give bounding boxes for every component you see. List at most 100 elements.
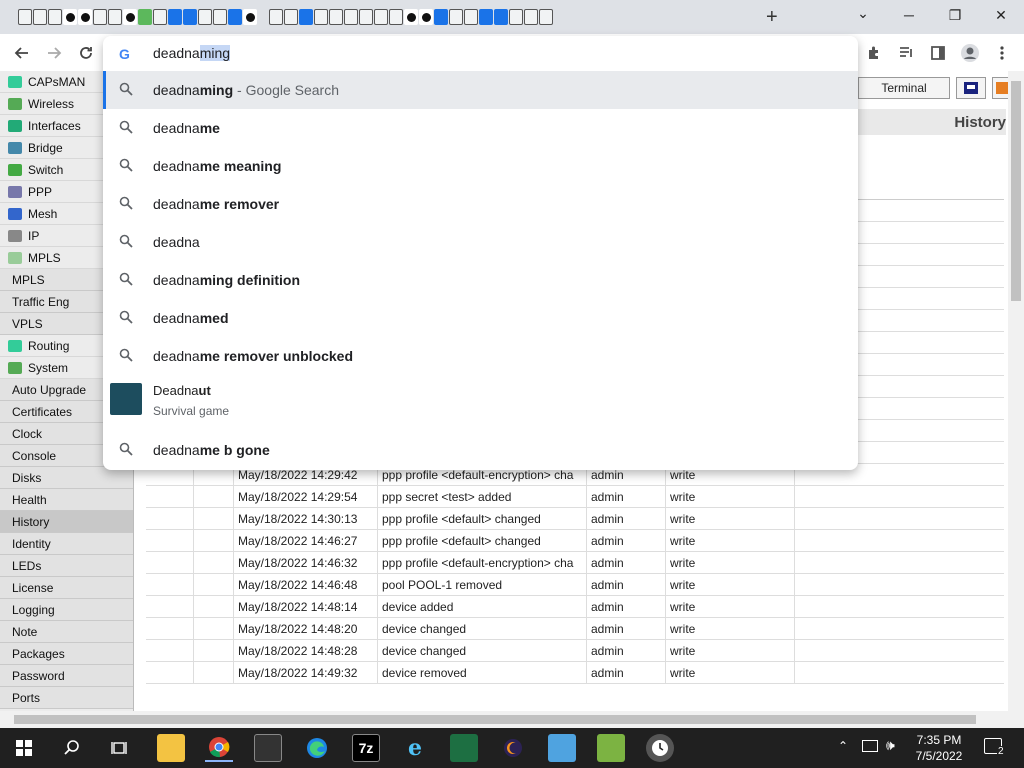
- tray-chevron-icon[interactable]: ⌃: [838, 739, 848, 753]
- suggestion-item[interactable]: deadna: [103, 223, 858, 261]
- tab-favicon-icon[interactable]: [314, 9, 328, 25]
- profile-button[interactable]: [957, 40, 983, 66]
- tab-favicon-icon[interactable]: [138, 9, 152, 25]
- internet-explorer-icon[interactable]: e: [401, 734, 429, 762]
- suggestion-item[interactable]: deadnamed: [103, 299, 858, 337]
- sidebar-item-note[interactable]: Note: [0, 621, 133, 643]
- volume-tray-icon[interactable]: 🕪: [886, 737, 895, 754]
- table-row[interactable]: May/18/2022 14:46:48 pool POOL-1 removed a…: [146, 573, 1004, 596]
- tab-favicon-icon[interactable]: [33, 9, 47, 25]
- table-row[interactable]: May/18/2022 14:49:32 device removed admin w…: [146, 661, 1004, 684]
- chrome-icon[interactable]: [205, 734, 233, 762]
- tab-favicon-icon[interactable]: [329, 9, 343, 25]
- tab-favicon-icon[interactable]: [123, 9, 137, 25]
- taskbar-clock[interactable]: 7:35 PM 7/5/2022: [904, 732, 974, 764]
- sidebar-item-identity[interactable]: Identity: [0, 533, 133, 555]
- tab-favicon-icon[interactable]: [18, 9, 32, 25]
- horizontal-scroll-thumb[interactable]: [14, 715, 976, 724]
- side-panel-button[interactable]: [925, 40, 951, 66]
- tab-favicon-icon[interactable]: [213, 9, 227, 25]
- horizontal-scrollbar[interactable]: [0, 711, 1024, 728]
- excel-icon[interactable]: [450, 734, 478, 762]
- entity-suggestion[interactable]: Deadnaut Survival game: [103, 379, 858, 429]
- address-input[interactable]: deadnaming: [153, 45, 231, 61]
- tab-favicon-icon[interactable]: [153, 9, 167, 25]
- sidebar-item-history[interactable]: History: [0, 511, 133, 533]
- tab-favicon-icon[interactable]: [63, 9, 77, 25]
- tab-favicon-icon[interactable]: [243, 9, 257, 25]
- tab-favicon-icon[interactable]: [48, 9, 62, 25]
- tab-favicon-icon[interactable]: [269, 9, 283, 25]
- sidebar-item-ports[interactable]: Ports: [0, 687, 133, 709]
- sidebar-item-packages[interactable]: Packages: [0, 643, 133, 665]
- tab-favicon-icon[interactable]: [434, 9, 448, 25]
- network-tray-icon[interactable]: [862, 740, 878, 752]
- tab-favicon-icon[interactable]: [524, 9, 538, 25]
- winbox-icon-button[interactable]: [956, 77, 986, 99]
- network-tool-icon[interactable]: [597, 734, 625, 762]
- tab-favicon-icon[interactable]: [344, 9, 358, 25]
- eclipse-icon[interactable]: [499, 734, 527, 762]
- terminal-app-icon[interactable]: [254, 734, 282, 762]
- sidebar-item-logging[interactable]: Logging: [0, 599, 133, 621]
- 7zip-icon[interactable]: 7z: [352, 734, 380, 762]
- tab-favicon-icon[interactable]: [389, 9, 403, 25]
- tab-favicon-icon[interactable]: [93, 9, 107, 25]
- vertical-scrollbar[interactable]: [1008, 71, 1024, 711]
- table-row[interactable]: May/18/2022 14:48:14 device added admin wri…: [146, 595, 1004, 618]
- suggestion-item[interactable]: deadname remover: [103, 185, 858, 223]
- tab-favicon-icon[interactable]: [183, 9, 197, 25]
- table-row[interactable]: May/18/2022 14:30:13 ppp profile <default…: [146, 507, 1004, 530]
- tab-favicon-icon[interactable]: [539, 9, 553, 25]
- close-window-button[interactable]: ✕: [978, 0, 1024, 30]
- new-tab-button[interactable]: +: [766, 6, 778, 29]
- tab-favicon-icon[interactable]: [509, 9, 523, 25]
- tab-favicon-icon[interactable]: [359, 9, 373, 25]
- vertical-scroll-thumb[interactable]: [1011, 81, 1021, 301]
- extensions-button[interactable]: [861, 40, 887, 66]
- task-view-button[interactable]: [105, 734, 133, 762]
- suggestion-item[interactable]: deadnaming definition: [103, 261, 858, 299]
- tab-favicon-icon[interactable]: [78, 9, 92, 25]
- tab-favicon-icon[interactable]: [284, 9, 298, 25]
- table-row[interactable]: May/18/2022 14:48:20 device changed admin w…: [146, 617, 1004, 640]
- terminal-button[interactable]: Terminal: [858, 77, 950, 99]
- tab-favicon-icon[interactable]: [299, 9, 313, 25]
- suggestion-item[interactable]: deadnaming - Google Search: [103, 71, 858, 109]
- menu-button[interactable]: [989, 40, 1015, 66]
- sidebar-item-leds[interactable]: LEDs: [0, 555, 133, 577]
- suggestion-item[interactable]: deadname b gone: [103, 431, 858, 469]
- tab-favicon-icon[interactable]: [449, 9, 463, 25]
- tab-search-button[interactable]: ⌄: [840, 0, 886, 28]
- start-button[interactable]: [10, 734, 38, 762]
- clock-app-icon[interactable]: [646, 734, 674, 762]
- address-bar[interactable]: G deadnaming: [103, 36, 858, 72]
- sidebar-item-health[interactable]: Health: [0, 489, 133, 511]
- sidebar-item-license[interactable]: License: [0, 577, 133, 599]
- tab-favicon-icon[interactable]: [108, 9, 122, 25]
- tab-favicon-icon[interactable]: [228, 9, 242, 25]
- sidebar-item-password[interactable]: Password: [0, 665, 133, 687]
- suggestion-item[interactable]: deadname: [103, 109, 858, 147]
- search-button[interactable]: [58, 734, 86, 762]
- tab-favicon-icon[interactable]: [168, 9, 182, 25]
- media-control-button[interactable]: [893, 40, 919, 66]
- edge-icon[interactable]: [303, 734, 331, 762]
- table-row[interactable]: May/18/2022 14:46:32 ppp profile <default…: [146, 551, 1004, 574]
- suggestion-item[interactable]: deadname remover unblocked: [103, 337, 858, 375]
- suggestion-item[interactable]: deadname meaning: [103, 147, 858, 185]
- reload-button[interactable]: [73, 40, 99, 66]
- tab-favicon-icon[interactable]: [404, 9, 418, 25]
- tab-favicon-icon[interactable]: [419, 9, 433, 25]
- tab-favicon-icon[interactable]: [464, 9, 478, 25]
- file-explorer-icon[interactable]: [157, 734, 185, 762]
- tab-favicon-icon[interactable]: [479, 9, 493, 25]
- sidebar-item-disks[interactable]: Disks: [0, 467, 133, 489]
- table-row[interactable]: May/18/2022 14:46:27 ppp profile <default…: [146, 529, 1004, 552]
- tab-favicon-icon[interactable]: [198, 9, 212, 25]
- back-button[interactable]: [9, 40, 35, 66]
- forward-button[interactable]: [41, 40, 67, 66]
- tab-favicon-icon[interactable]: [494, 9, 508, 25]
- notepad-icon[interactable]: [548, 734, 576, 762]
- table-row[interactable]: May/18/2022 14:29:54 ppp secret <test> ad…: [146, 485, 1004, 508]
